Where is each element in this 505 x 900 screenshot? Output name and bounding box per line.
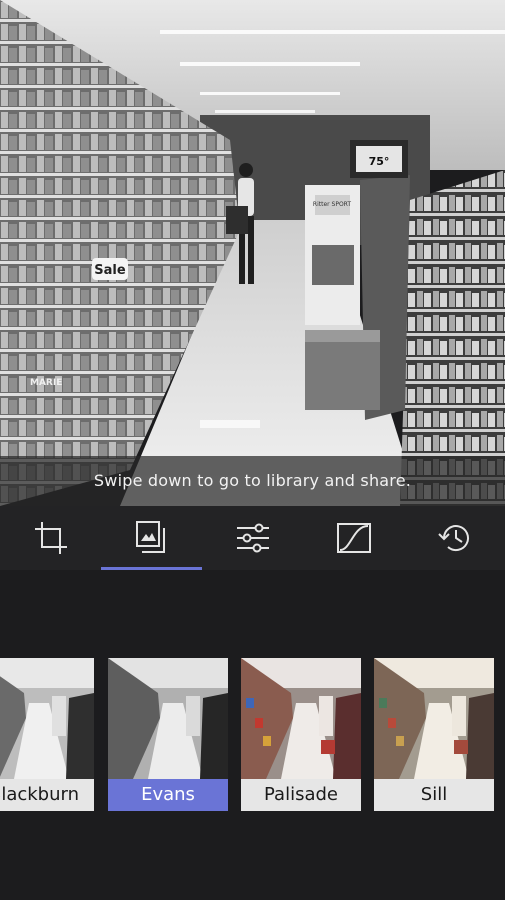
sale-tag: Sale (94, 263, 126, 278)
filter-thumbnail (0, 658, 94, 779)
photo-preview[interactable]: 75° Sale Ritter SPORT MARIE Swipe down t… (0, 0, 505, 506)
sliders-icon (235, 522, 271, 554)
filter-label: Blackburn (0, 779, 94, 811)
filter-sill[interactable]: Sill (374, 658, 494, 811)
adjust-tool-button[interactable] (202, 506, 303, 570)
filter-thumbnail (108, 658, 228, 779)
filter-thumbnail (241, 658, 361, 779)
history-icon (437, 521, 473, 555)
curves-icon (336, 523, 371, 553)
filter-evans[interactable]: Evans (108, 658, 228, 811)
crop-icon (33, 520, 69, 556)
filter-label: Evans (108, 779, 228, 811)
price-sign: 75° (369, 155, 390, 168)
photo-editor-screen: 75° Sale Ritter SPORT MARIE Swipe down t… (0, 0, 505, 900)
swipe-hint: Swipe down to go to library and share. (0, 456, 505, 506)
curves-tool-button[interactable] (303, 506, 404, 570)
filter-strip[interactable]: Blackburn Evans (0, 570, 505, 900)
edit-toolbar (0, 506, 505, 570)
filter-blackburn[interactable]: Blackburn (0, 658, 94, 811)
box-label: MARIE (30, 378, 62, 388)
filter-label: Palisade (241, 779, 361, 811)
filter-label: Sill (374, 779, 494, 811)
photo-image: 75° Sale Ritter SPORT MARIE (0, 0, 505, 506)
filters-icon (135, 521, 168, 555)
filter-palisade[interactable]: Palisade (241, 658, 361, 811)
filter-thumbnail (374, 658, 494, 779)
crop-tool-button[interactable] (0, 506, 101, 570)
filters-tool-button[interactable] (101, 506, 202, 570)
history-tool-button[interactable] (404, 506, 505, 570)
brand-sign: Ritter SPORT (313, 201, 351, 208)
